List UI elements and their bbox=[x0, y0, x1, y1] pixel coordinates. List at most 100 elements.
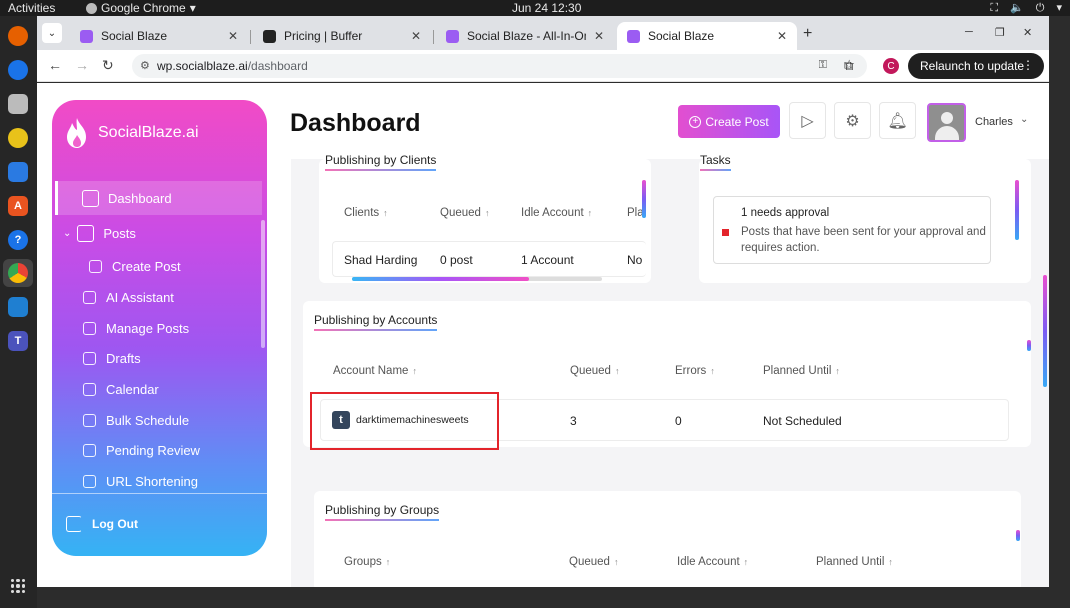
help-icon[interactable]: ? bbox=[8, 230, 28, 250]
sidebar-item-manage-posts[interactable]: Manage Posts bbox=[52, 311, 262, 345]
user-name[interactable]: Charles bbox=[975, 116, 1013, 128]
tab-social-blaze-1[interactable]: Social Blaze ✕ bbox=[70, 22, 248, 50]
page-vscroll[interactable] bbox=[1043, 275, 1047, 387]
clock[interactable]: Jun 24 12:30 bbox=[512, 0, 581, 16]
sidebar-item-label: Drafts bbox=[106, 350, 141, 366]
notifications-button[interactable]: 🔔︎ bbox=[879, 102, 916, 139]
new-tab-button[interactable]: + bbox=[803, 25, 812, 43]
sidebar-item-ai-assistant[interactable]: AI Assistant bbox=[52, 280, 262, 314]
app-menu[interactable]: Google Chrome ▾ bbox=[86, 0, 196, 16]
teams-icon[interactable]: T bbox=[8, 331, 28, 351]
volume-icon: 🔈 bbox=[1010, 2, 1024, 14]
tab-pricing-buffer[interactable]: Pricing | Buffer ✕ bbox=[253, 22, 431, 50]
sidebar-item-label: Bulk Schedule bbox=[106, 412, 190, 428]
caret-down-icon: ▾ bbox=[189, 1, 196, 15]
reload-button[interactable]: ↻ bbox=[102, 57, 114, 74]
dock: A ? T bbox=[0, 16, 37, 608]
favicon-icon bbox=[446, 29, 459, 43]
column-header[interactable]: Clients ↑ bbox=[344, 207, 388, 219]
site-info-icon[interactable]: ⚙ bbox=[140, 59, 150, 72]
sidebar-item-label: Posts bbox=[103, 225, 136, 241]
manage-posts-icon bbox=[83, 321, 96, 335]
clients-hscroll-thumb[interactable] bbox=[352, 277, 529, 281]
column-header[interactable]: Idle Account ↑ bbox=[677, 556, 748, 568]
bulk-schedule-icon bbox=[83, 413, 96, 427]
writer-icon[interactable] bbox=[8, 162, 28, 182]
sidebar-scrollbar[interactable] bbox=[261, 220, 265, 348]
back-button[interactable]: ← bbox=[48, 57, 62, 73]
sidebar-item-pending-review[interactable]: Pending Review bbox=[52, 433, 262, 467]
vscode-icon[interactable] bbox=[8, 297, 28, 317]
minimize-button[interactable]: ─ bbox=[965, 26, 973, 38]
logout-button[interactable]: Log Out bbox=[66, 516, 138, 532]
files-icon[interactable] bbox=[8, 94, 28, 114]
activities-button[interactable]: Activities bbox=[8, 0, 55, 16]
forward-button[interactable]: → bbox=[75, 57, 89, 73]
chevron-down-icon[interactable]: ⌄ bbox=[1020, 114, 1028, 125]
address-bar[interactable]: ⚙ wp.socialblaze.ai/dashboard ⚿ ☆ bbox=[132, 54, 867, 78]
tasks-vscroll[interactable] bbox=[1015, 180, 1019, 240]
client-idle-account: 1 Account bbox=[521, 253, 574, 267]
tab-social-blaze-all-in-one[interactable]: Social Blaze - All-In-One ✕ bbox=[436, 22, 614, 50]
sidebar-item-calendar[interactable]: Calendar bbox=[52, 372, 262, 406]
groups-card-title: Publishing by Groups bbox=[325, 503, 440, 521]
close-icon[interactable]: ✕ bbox=[228, 29, 238, 43]
column-header[interactable]: Queued ↑ bbox=[569, 556, 618, 568]
video-tutorial-button[interactable]: ▷ bbox=[789, 102, 826, 139]
relaunch-button[interactable]: Relaunch to update ⋮ bbox=[908, 53, 1044, 79]
tab-strip: ⌄ Social Blaze ✕ Pricing | Buffer ✕ Soci… bbox=[37, 16, 1049, 50]
close-icon[interactable]: ✕ bbox=[411, 29, 421, 43]
sidebar-item-label: Create Post bbox=[112, 258, 181, 274]
password-key-icon[interactable]: ⚿ bbox=[819, 59, 827, 72]
column-header[interactable]: Planned Until ↑ bbox=[816, 556, 893, 568]
user-avatar[interactable] bbox=[927, 103, 966, 142]
settings-button[interactable]: ⚙ bbox=[834, 102, 871, 139]
tasks-card-title: Tasks bbox=[700, 153, 731, 171]
column-header[interactable]: Groups ↑ bbox=[344, 556, 390, 568]
client-planned: No bbox=[627, 253, 643, 267]
firefox-icon[interactable] bbox=[8, 26, 28, 46]
sidebar-item-drafts[interactable]: Drafts bbox=[52, 341, 262, 375]
sidebar-item-posts[interactable]: ⌄ Posts bbox=[52, 216, 262, 250]
create-post-label: Create Post bbox=[705, 114, 769, 129]
close-icon[interactable]: ✕ bbox=[594, 29, 604, 43]
chrome-icon[interactable] bbox=[8, 263, 28, 283]
extensions-icon[interactable]: ⧉ bbox=[844, 58, 853, 74]
sidebar-item-create-post[interactable]: Create Post bbox=[52, 249, 262, 283]
profile-avatar[interactable]: C bbox=[883, 58, 899, 74]
column-header[interactable]: Queued ↑ bbox=[440, 207, 489, 219]
approval-detail: Posts that have been sent for your appro… bbox=[741, 226, 986, 254]
tab-search-button[interactable]: ⌄ bbox=[42, 23, 62, 43]
more-icon[interactable]: ⋮ bbox=[1022, 58, 1034, 72]
sidebar-item-dashboard[interactable]: Dashboard bbox=[55, 181, 262, 215]
power-icon: ⏻ bbox=[1035, 2, 1045, 14]
system-tray[interactable]: ⛶ 🔈 ⏻ ▾ bbox=[990, 0, 1062, 16]
favicon-icon bbox=[263, 29, 276, 43]
column-header[interactable]: Queued ↑ bbox=[570, 365, 619, 377]
caret-down-icon: ▾ bbox=[1056, 2, 1062, 14]
close-icon[interactable]: ✕ bbox=[777, 29, 787, 43]
desktop-edge bbox=[37, 587, 1049, 608]
restore-button[interactable]: ❐ bbox=[995, 26, 1005, 39]
column-header[interactable]: Account Name ↑ bbox=[333, 365, 417, 377]
clients-vscroll[interactable] bbox=[642, 180, 646, 218]
accounts-vscroll[interactable] bbox=[1027, 340, 1031, 351]
column-header[interactable]: Errors ↑ bbox=[675, 365, 715, 377]
tab-social-blaze-active[interactable]: Social Blaze ✕ bbox=[617, 22, 797, 50]
play-circle-icon: ▷ bbox=[801, 112, 814, 130]
thunderbird-icon[interactable] bbox=[8, 60, 28, 80]
software-icon[interactable]: A bbox=[8, 196, 28, 216]
accounts-card-title: Publishing by Accounts bbox=[314, 313, 438, 331]
column-header[interactable]: Planned Until ↑ bbox=[763, 365, 840, 377]
rhythmbox-icon[interactable] bbox=[8, 128, 28, 148]
sidebar-item-bulk-schedule[interactable]: Bulk Schedule bbox=[52, 403, 262, 437]
highlight-box bbox=[310, 392, 499, 450]
create-post-button[interactable]: + Create Post bbox=[678, 105, 780, 138]
column-header[interactable]: Idle Account ↑ bbox=[521, 207, 592, 219]
app-grid-icon[interactable] bbox=[11, 579, 25, 593]
groups-vscroll[interactable] bbox=[1016, 530, 1020, 541]
approval-notice[interactable]: 1 needs approval Posts that have been se… bbox=[713, 196, 991, 264]
chevron-down-icon: ⌄ bbox=[47, 27, 57, 39]
close-window-button[interactable]: ✕ bbox=[1023, 26, 1032, 39]
brand-logo[interactable]: SocialBlaze.ai bbox=[64, 117, 199, 149]
